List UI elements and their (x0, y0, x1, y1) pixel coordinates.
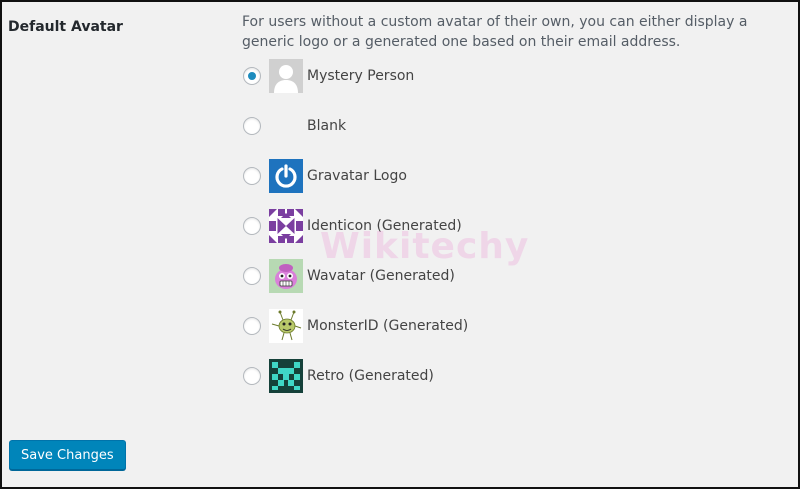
option-label: MonsterID (Generated) (307, 318, 469, 334)
monsterid-avatar-icon (269, 309, 303, 343)
option-label: Gravatar Logo (307, 168, 407, 184)
option-blank[interactable]: Blank (242, 108, 642, 144)
mystery-person-avatar-icon (269, 59, 303, 93)
radio-retro[interactable] (243, 367, 261, 385)
radio-gravatar-logo[interactable] (243, 167, 261, 185)
settings-panel: Default Avatar For users without a custo… (0, 0, 800, 489)
gravatar-logo-icon (269, 159, 303, 193)
option-label: Identicon (Generated) (307, 218, 462, 234)
option-retro[interactable]: Retro (Generated) (242, 358, 642, 394)
option-wavatar[interactable]: Wavatar (Generated) (242, 258, 642, 294)
option-label: Wavatar (Generated) (307, 268, 455, 284)
option-label: Blank (307, 118, 347, 134)
option-gravatar-logo[interactable]: Gravatar Logo (242, 158, 642, 194)
retro-avatar-icon (269, 359, 303, 393)
option-label: Retro (Generated) (307, 368, 434, 384)
option-mystery-person[interactable]: Mystery Person (242, 58, 642, 94)
wavatar-avatar-icon (269, 259, 303, 293)
radio-wavatar[interactable] (243, 267, 261, 285)
blank-avatar (269, 109, 303, 143)
radio-mystery-person[interactable] (243, 67, 261, 85)
radio-identicon[interactable] (243, 217, 261, 235)
radio-monsterid[interactable] (243, 317, 261, 335)
save-changes-button[interactable]: Save Changes (9, 440, 126, 470)
default-avatar-label: Default Avatar (8, 19, 123, 35)
identicon-avatar-icon (269, 209, 303, 243)
option-identicon[interactable]: Identicon (Generated) (242, 208, 642, 244)
radio-blank[interactable] (243, 117, 261, 135)
default-avatar-description: For users without a custom avatar of the… (242, 14, 748, 50)
option-monsterid[interactable]: MonsterID (Generated) (242, 308, 642, 344)
option-label: Mystery Person (307, 68, 415, 84)
